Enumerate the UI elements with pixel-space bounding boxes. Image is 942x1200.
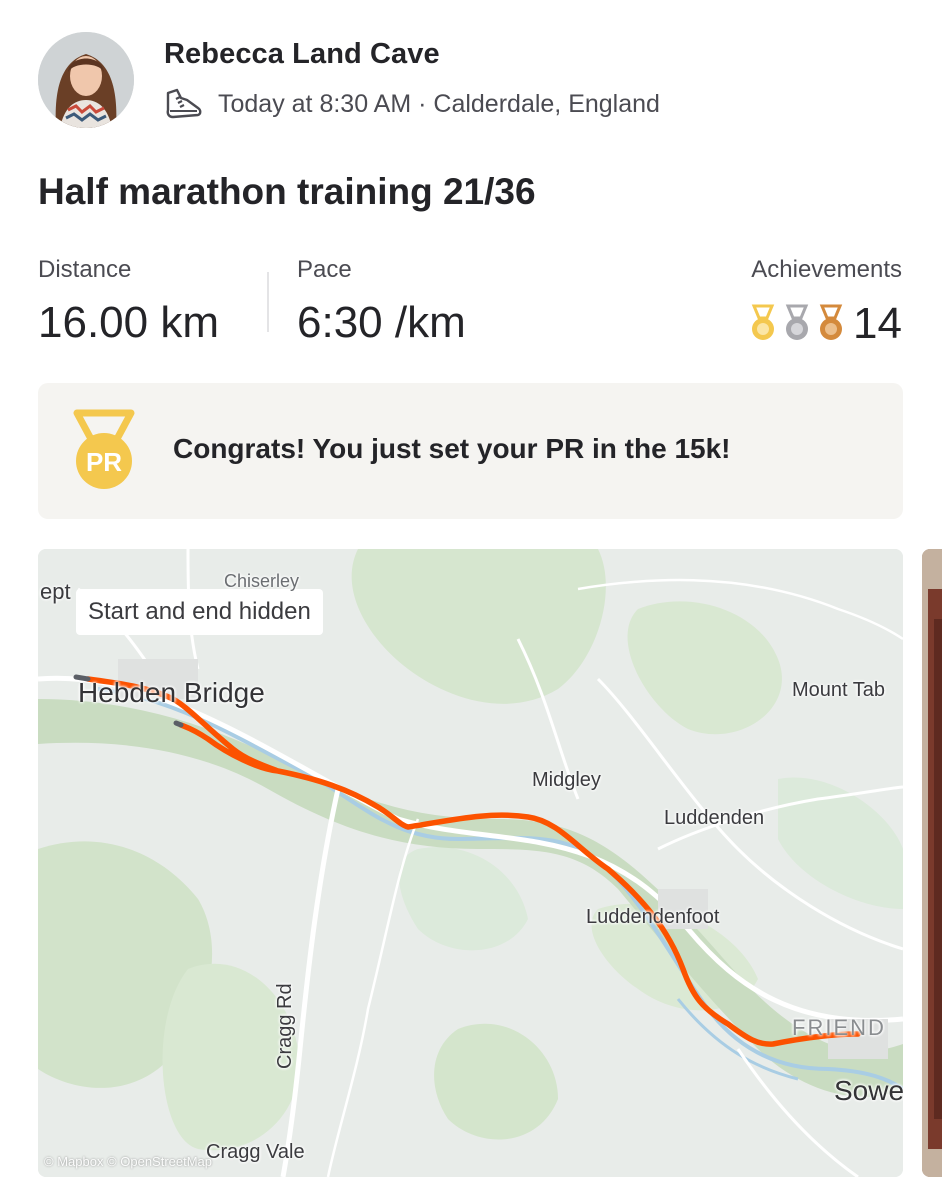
- achievements-count: 14: [853, 299, 902, 348]
- pr-medal-icon: PR: [73, 409, 135, 489]
- activity-card: Rebecca Land Cave Today at 8:30 AM · Cal…: [0, 0, 942, 1200]
- map-attribution[interactable]: © Mapbox © OpenStreetMap: [44, 1154, 212, 1169]
- bronze-medal-icon: [819, 304, 843, 340]
- map-label-chiserley: Chiserley: [224, 571, 300, 591]
- map-label-mount-tabor: Mount Tab: [792, 679, 886, 701]
- gold-medal-icon: [751, 304, 775, 340]
- map-basemap: [38, 549, 903, 1177]
- date-location: Today at 8:30 AM · Calderdale, England: [218, 89, 660, 118]
- next-photo-preview[interactable]: [922, 549, 942, 1177]
- map-label-cragg-rd: Cragg Rd: [274, 983, 296, 1069]
- route-map[interactable]: Start and end hidden ept Chiserley Hebde…: [38, 549, 903, 1177]
- pace-label: Pace: [297, 256, 352, 283]
- pace-value: 6:30 /km: [297, 298, 466, 347]
- start-end-hidden-notice: Start and end hidden: [76, 589, 323, 635]
- avatar-image: [38, 32, 134, 128]
- activity-meta: Today at 8:30 AM · Calderdale, England: [164, 86, 660, 122]
- map-label-sowerby: Sowe: [834, 1075, 903, 1106]
- distance-label: Distance: [38, 256, 132, 283]
- distance-value: 16.00 km: [38, 298, 219, 347]
- map-label-friendly: FRIEND: [792, 1015, 886, 1040]
- map-label-heptonstall: ept: [40, 579, 71, 604]
- stat-divider: [267, 272, 269, 332]
- run-shoe-icon: [166, 88, 202, 119]
- map-label-luddendenfoot: Luddendenfoot: [586, 906, 720, 928]
- map-label-midgley: Midgley: [532, 769, 601, 791]
- silver-medal-icon: [785, 304, 809, 340]
- photo-thumbnail: [922, 549, 942, 1177]
- pr-banner[interactable]: PR Congrats! You just set your PR in the…: [38, 383, 903, 519]
- avatar[interactable]: [38, 32, 134, 128]
- achievements[interactable]: 14: [749, 298, 902, 350]
- map-label-luddenden: Luddenden: [664, 807, 765, 829]
- pr-badge-text: PR: [86, 447, 122, 477]
- pr-message: Congrats! You just set your PR in the 15…: [173, 433, 731, 464]
- activity-title[interactable]: Half marathon training 21/36: [38, 171, 536, 213]
- achievements-label: Achievements: [751, 256, 902, 283]
- map-label-cragg-vale: Cragg Vale: [206, 1141, 305, 1163]
- map-label-hebden-bridge: Hebden Bridge: [78, 677, 265, 708]
- athlete-name[interactable]: Rebecca Land Cave: [164, 38, 440, 71]
